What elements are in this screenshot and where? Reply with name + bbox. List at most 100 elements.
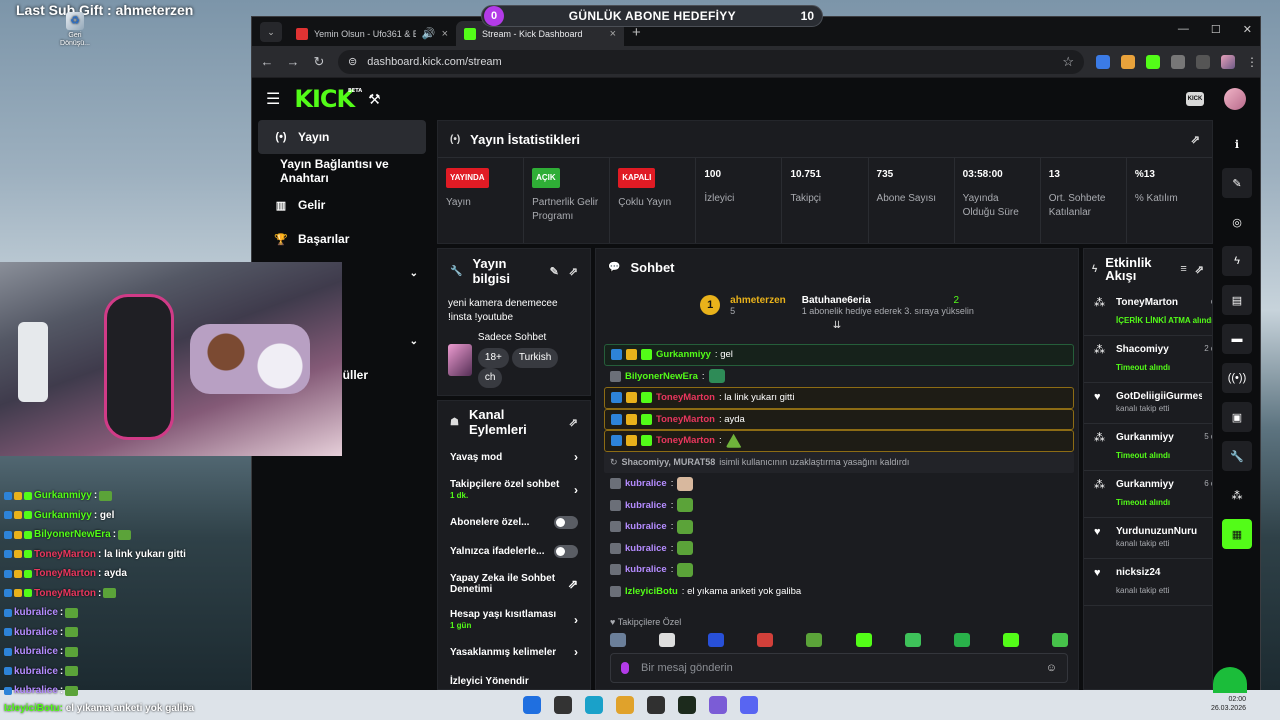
chat-message[interactable]: ToneyMarton: la link yukarı gitti (604, 387, 1074, 409)
chevron-right-icon[interactable]: › (574, 451, 578, 463)
toggle-switch[interactable] (554, 516, 578, 529)
reload-icon[interactable]: ↻ (312, 54, 326, 70)
chevron-right-icon[interactable]: › (574, 484, 578, 496)
kick-logo[interactable]: KICK BETA (294, 85, 362, 113)
chat-message[interactable]: ↻ Shacomiyy, MURAT58 isimli kullanıcının … (604, 451, 1074, 473)
activity-item[interactable]: ♥nicksiz241 saat öncekanalı takip etti (1084, 559, 1212, 606)
chat-input[interactable]: Bir mesaj gönderin ☺ (610, 653, 1068, 683)
activity-item[interactable]: ⁂ ToneyMartondakika önceİÇERİK LİNKİ ATMA… (1084, 289, 1212, 336)
toggle-switch[interactable] (554, 545, 578, 558)
chat-icon[interactable]: ▬ (1222, 324, 1252, 354)
chat-username[interactable]: kubralice (625, 543, 667, 554)
activity-item[interactable]: ♥ YurdunuzunNuru kanalı takip etti (1084, 518, 1212, 559)
activity-user[interactable]: GotDeliigiiGurmes (1116, 391, 1202, 403)
popout-icon[interactable]: ⇗ (569, 416, 578, 429)
obs-icon[interactable] (646, 696, 665, 714)
chat-username[interactable]: Gurkanmiyy (656, 349, 711, 360)
chat-message[interactable]: kubralice: (604, 473, 1074, 495)
profile-avatar[interactable] (1221, 54, 1235, 69)
top-gifter-name[interactable]: ahmeterzen (730, 295, 786, 306)
chevron-right-icon[interactable]: › (574, 646, 578, 658)
chat-message[interactable]: Gurkanmiyy: gel (604, 344, 1074, 366)
emote-icon[interactable] (855, 633, 872, 647)
close-tab-icon[interactable]: × (442, 28, 448, 40)
emote-icon[interactable] (1002, 633, 1019, 647)
chat-username[interactable]: kubralice (625, 478, 667, 489)
tab-youtube[interactable]: Yemin Olsun - Ufo361 & Ezhel 🔊 × (288, 21, 456, 46)
emote-icon[interactable] (904, 633, 921, 647)
kick-extension-icon[interactable] (1146, 54, 1160, 69)
minimize-icon[interactable]: — (1178, 23, 1189, 36)
chat-username[interactable]: kubralice (625, 500, 667, 511)
emoji-icon[interactable]: ☺ (1046, 662, 1057, 674)
chat-username[interactable]: ToneyMarton (656, 392, 715, 403)
hamburger-menu-icon[interactable]: ☰ (266, 89, 280, 109)
external-link-icon[interactable]: ⇗ (568, 578, 578, 590)
close-tab-icon[interactable]: × (610, 28, 616, 40)
address-bar[interactable]: ⊜ dashboard.kick.com/stream ☆ (338, 49, 1084, 74)
close-window-icon[interactable]: ✕ (1243, 23, 1252, 36)
back-icon[interactable]: ← (260, 54, 274, 69)
chat-username[interactable]: Shacomiyy, MURAT58 (622, 457, 716, 467)
activity-user[interactable]: ToneyMarton (1116, 297, 1202, 315)
activity-user[interactable]: Gurkanmiyy (1116, 479, 1202, 497)
activity-item[interactable]: ⁂Gurkanmiyy5 dakika önceTimeout alındı (1084, 424, 1212, 471)
chrome-icon[interactable] (615, 696, 634, 714)
channel-action-row[interactable]: Yalnızca ifadelerle... (438, 537, 590, 566)
media-icon[interactable] (1196, 54, 1210, 69)
channel-actions-icon[interactable]: ▣ (1222, 402, 1252, 432)
sidebar-item-stream-key[interactable]: Yayın Bağlantısı ve Anahtarı (258, 154, 426, 188)
filter-icon[interactable]: ≡ (1180, 263, 1186, 275)
chat-message[interactable]: kubralice: (604, 516, 1074, 538)
forward-icon[interactable]: → (286, 54, 300, 69)
channel-action-row[interactable]: Yavaş mod › (438, 443, 590, 472)
sidebar-item-yayin[interactable]: (•) Yayın (258, 120, 426, 154)
channel-action-row[interactable]: Abonelere özel... (438, 508, 590, 537)
activity-item[interactable]: ♥ GotDeliigiiGurmes kanalı takip etti (1084, 383, 1212, 424)
chat-message[interactable]: kubralice: (604, 538, 1074, 560)
tab-search-button[interactable]: ⌄ (260, 22, 282, 42)
chat-username[interactable]: ToneyMarton (656, 414, 715, 425)
users-icon[interactable]: ⁂ (1222, 480, 1252, 510)
document-icon[interactable]: ▤ (1222, 285, 1252, 315)
popout-icon[interactable]: ⇗ (1191, 133, 1200, 146)
channel-action-row[interactable]: Yapay Zeka ile Sohbet Denetimi ⇗ (438, 566, 590, 602)
edit-pencil-icon[interactable]: ✎ (550, 265, 559, 278)
chat-message[interactable]: kubralice: (604, 559, 1074, 581)
channel-action-row[interactable]: Takipçilere özel sohbet 1 dk. › (438, 472, 590, 508)
edit-pencil-icon[interactable]: ✎ (1222, 168, 1252, 198)
wrench-icon[interactable]: 🔧 (1222, 441, 1252, 471)
popout-icon[interactable]: ⇗ (569, 265, 578, 278)
emote-icon[interactable] (806, 633, 823, 647)
edge-icon[interactable] (584, 696, 603, 714)
second-gifter-name[interactable]: Batuhane6eria (802, 295, 871, 306)
emote-icon[interactable] (708, 633, 725, 647)
kick-badge-icon[interactable]: KICK (1186, 92, 1204, 106)
chevron-right-icon[interactable]: › (574, 614, 578, 626)
activity-item[interactable]: ⁂Shacomiyy2 dakika önceTimeout alındı (1084, 336, 1212, 383)
chat-username[interactable]: kubralice (625, 564, 667, 575)
add-widget-icon[interactable]: ▦ (1222, 519, 1252, 549)
chat-message[interactable]: IzleyiciBotu: el yıkama anketi yok galib… (604, 581, 1074, 603)
chat-message[interactable]: kubralice: (604, 495, 1074, 517)
support-fab-button[interactable] (1213, 667, 1247, 693)
emote-icon[interactable] (757, 633, 774, 647)
hammer-icon[interactable]: ⚒ (368, 91, 381, 108)
channel-action-row[interactable]: Yasaklanmış kelimeler › (438, 638, 590, 667)
sidebar-item-basarilar[interactable]: 🏆 Başarılar (258, 222, 426, 256)
activity-item[interactable]: ⁂Gurkanmiyy6 dakika önceTimeout alındı (1084, 471, 1212, 518)
channel-action-row[interactable]: Hesap yaşı kısıtlaması 1 gün › (438, 602, 590, 638)
user-avatar[interactable] (1224, 88, 1246, 110)
emote-icon[interactable] (1051, 633, 1068, 647)
start-button[interactable] (522, 696, 541, 714)
popout-icon[interactable]: ⇗ (1195, 263, 1204, 276)
maximize-icon[interactable]: ☐ (1211, 23, 1221, 36)
system-clock[interactable]: 02:00 26.03.2026 (1211, 695, 1246, 713)
translate-extension-icon[interactable] (1096, 54, 1110, 69)
extension-icon[interactable] (1121, 54, 1135, 69)
app-icon[interactable] (708, 696, 727, 714)
chat-username[interactable]: IzleyiciBotu (625, 586, 678, 597)
broadcast-icon[interactable]: ((•)) (1222, 363, 1252, 393)
activity-user[interactable]: Shacomiyy (1116, 344, 1202, 362)
bookmark-star-icon[interactable]: ☆ (1062, 54, 1074, 70)
